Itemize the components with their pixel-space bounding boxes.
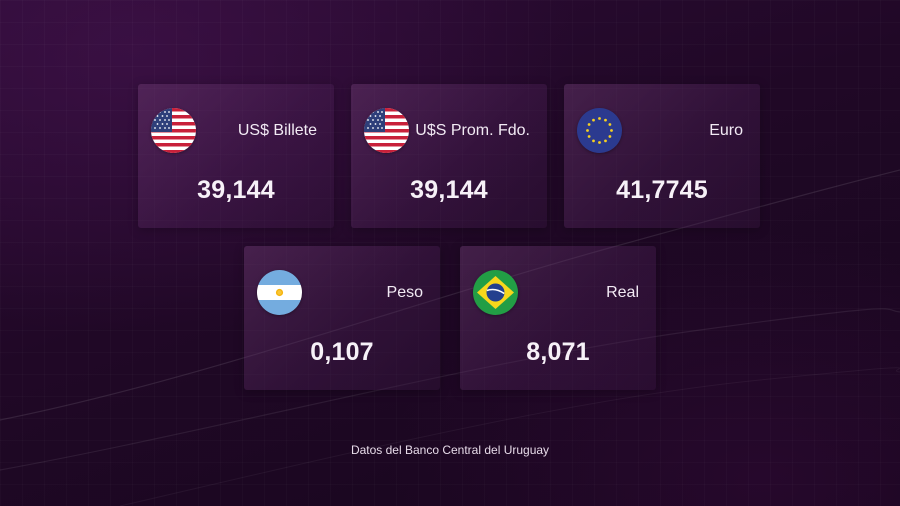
currency-label: U$S Prom. Fdo. bbox=[415, 122, 530, 139]
currency-label: Real bbox=[606, 284, 639, 301]
usa-flag-icon bbox=[364, 108, 409, 153]
exchange-card-euro: Euro 41,7745 bbox=[564, 84, 760, 228]
exchange-card-real: Real 8,071 bbox=[460, 246, 656, 390]
exchange-card-usd-prom-fdo: U$S Prom. Fdo. 39,144 bbox=[351, 84, 547, 228]
exchange-rate-value: 41,7745 bbox=[616, 176, 708, 204]
exchange-rate-value: 39,144 bbox=[197, 176, 275, 204]
currency-label: Euro bbox=[709, 122, 743, 139]
currency-label: Peso bbox=[386, 284, 423, 301]
eu-flag-icon bbox=[577, 108, 622, 153]
usa-flag-icon bbox=[151, 108, 196, 153]
exchange-card-usd-billete: US$ Billete 39,144 bbox=[138, 84, 334, 228]
exchange-rate-value: 8,071 bbox=[526, 338, 590, 366]
exchange-rate-value: 39,144 bbox=[410, 176, 488, 204]
exchange-rate-value: 0,107 bbox=[310, 338, 374, 366]
background-waves bbox=[0, 169, 900, 506]
exchange-card-peso: Peso 0,107 bbox=[244, 246, 440, 390]
argentina-flag-icon bbox=[257, 270, 302, 315]
currency-label: US$ Billete bbox=[237, 122, 317, 139]
brazil-flag-icon bbox=[473, 270, 518, 315]
data-source-footer: Datos del Banco Central del Uruguay bbox=[350, 443, 550, 457]
background-grid bbox=[0, 0, 900, 506]
